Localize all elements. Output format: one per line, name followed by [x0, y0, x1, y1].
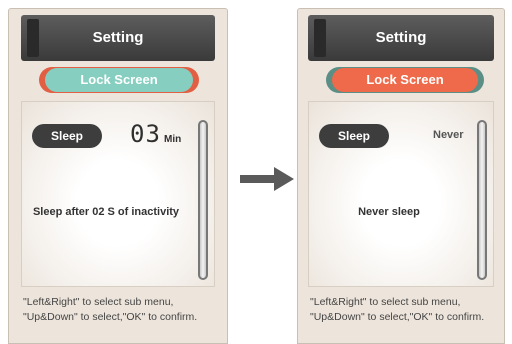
- help-line-1: "Left&Right" to select sub menu,: [23, 296, 174, 308]
- help-line-2: "Up&Down" to select,"OK" to confirm.: [310, 311, 485, 323]
- sleep-time-value: 03: [130, 120, 161, 148]
- settings-panel-after: Setting Lock Screen Sleep Never Never sl…: [297, 8, 505, 344]
- lock-screen-tab-label: Lock Screen: [332, 68, 478, 92]
- lock-screen-tab-label: Lock Screen: [45, 68, 193, 92]
- scrollbar[interactable]: [477, 120, 487, 280]
- page-title: Setting: [375, 29, 427, 46]
- page-title: Setting: [92, 29, 144, 46]
- help-text: "Left&Right" to select sub menu, "Up&Dow…: [23, 295, 197, 325]
- title-bar: Setting: [308, 15, 494, 61]
- scrollbar[interactable]: [198, 120, 208, 280]
- sleep-time-unit: Min: [164, 134, 182, 145]
- sleep-value: Never: [433, 129, 464, 141]
- help-line-2: "Up&Down" to select,"OK" to confirm.: [23, 311, 198, 323]
- content-area: Sleep Never Never sleep: [308, 101, 494, 287]
- title-bar: Setting: [21, 15, 215, 61]
- status-message: Never sleep: [358, 206, 420, 218]
- lock-screen-tab[interactable]: Lock Screen: [39, 67, 199, 93]
- help-line-1: "Left&Right" to select sub menu,: [310, 296, 461, 308]
- content-area: Sleep 03 Min Sleep after 02 S of inactiv…: [21, 101, 215, 287]
- lock-screen-tab[interactable]: Lock Screen: [326, 67, 484, 93]
- settings-panel-before: Setting Lock Screen Sleep 03 Min Sleep a…: [8, 8, 228, 344]
- arrow-right-icon: [240, 167, 294, 191]
- status-message: Sleep after 02 S of inactivity: [32, 206, 180, 218]
- help-text: "Left&Right" to select sub menu, "Up&Dow…: [310, 295, 484, 325]
- sleep-button[interactable]: Sleep: [32, 124, 102, 148]
- sleep-button[interactable]: Sleep: [319, 124, 389, 148]
